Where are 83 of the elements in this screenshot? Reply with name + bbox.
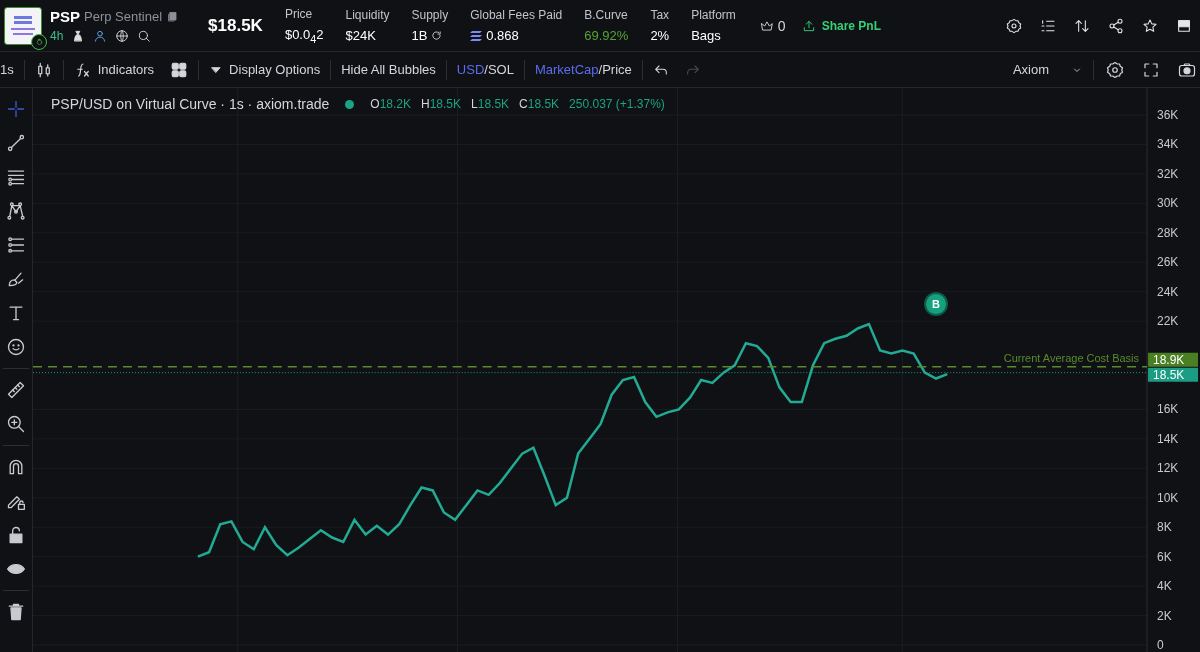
panel-icon[interactable] [1176, 17, 1192, 34]
list-icon[interactable] [1040, 17, 1056, 34]
axis-label: 4K [1157, 579, 1172, 594]
stat-label: Liquidity [345, 8, 390, 22]
chart-title: PSP/USD on Virtual Curve · 1s · axiom.trade [51, 96, 330, 112]
stat-label: Supply [411, 8, 449, 22]
globe-icon[interactable] [115, 29, 130, 43]
axis-label: 2K [1157, 608, 1172, 623]
axis-label: 16K [1157, 402, 1179, 417]
ruler-icon [6, 380, 26, 400]
camera-icon[interactable] [1178, 60, 1196, 79]
crown-count: 0 [777, 17, 786, 34]
stat-label: Tax [650, 8, 670, 22]
ohlc-value: H18.5K [421, 97, 462, 111]
sort-icon[interactable] [1074, 17, 1090, 34]
indicators-button[interactable]: Indicators [65, 56, 163, 83]
ohlc-value: L18.5K [471, 97, 510, 111]
axis-label: 34K [1157, 137, 1179, 152]
price-tag: 18.5K [1148, 367, 1198, 382]
separator: / [598, 62, 603, 77]
axis-label: 30K [1157, 196, 1179, 211]
ohlc-value: C18.5K [519, 97, 560, 111]
axis-label: 6K [1157, 549, 1172, 564]
search-icon[interactable] [137, 29, 152, 43]
stat-value: 0.868 [486, 28, 519, 43]
fullscreen-icon[interactable] [1142, 60, 1160, 79]
stat-value: 1B [411, 28, 428, 43]
price-change: 250.037 (+1.37%) [569, 97, 665, 111]
stat-value: 69.92% [584, 28, 629, 43]
axis-label: 28K [1157, 225, 1179, 240]
hide-bubbles-button[interactable]: Hide All Bubbles [333, 58, 444, 81]
axis-label: 32K [1157, 166, 1179, 181]
stat-value: $0.0$_{4}$2 [284, 26, 324, 45]
display-options-button[interactable]: Display Options [201, 58, 329, 81]
share-icon[interactable] [1108, 17, 1124, 34]
settings-icon[interactable] [1106, 60, 1124, 79]
settings-icon[interactable] [1006, 17, 1022, 34]
stat-value: $24K [345, 28, 376, 43]
token-name: Perp Sentinel [84, 9, 163, 24]
toggle-option[interactable]: Price [602, 60, 632, 79]
market-cap: $18.5K [208, 15, 263, 36]
axis-label: 12K [1157, 461, 1179, 476]
cost-basis-label: Current Average Cost Basis [1003, 351, 1140, 364]
interval-button[interactable]: 1s [0, 58, 22, 81]
trash-icon [6, 602, 26, 622]
smiley-icon [6, 337, 26, 357]
pattern-icon [6, 201, 26, 221]
upload-icon [801, 18, 816, 33]
toggle-option[interactable]: USD [456, 60, 485, 79]
star-icon[interactable] [1142, 17, 1158, 34]
axis-label: 10K [1157, 490, 1179, 505]
token-age: 4h [50, 29, 64, 43]
stat-label: B.Curve [584, 8, 629, 22]
stat-label: Price [284, 6, 314, 21]
zoom-in-icon [6, 414, 26, 434]
copy-icon[interactable] [166, 10, 179, 23]
ohlc-value: O18.2K [370, 97, 411, 111]
separator: / [484, 62, 488, 77]
axis-label: 22K [1157, 314, 1179, 329]
user-icon[interactable] [93, 29, 108, 43]
axis-label: 26K [1157, 255, 1179, 270]
stat-label: Platform [691, 8, 736, 22]
layout-dropdown[interactable]: Axiom [1004, 58, 1091, 81]
price-tag: 18.9K [1148, 352, 1198, 367]
axis-label: 36K [1157, 108, 1179, 122]
status-dot [345, 99, 355, 109]
axis-label: 8K [1157, 520, 1172, 535]
share-button[interactable]: Share PnL [799, 16, 883, 35]
axis-label: 0 [1157, 638, 1164, 652]
refresh-icon[interactable] [431, 30, 443, 41]
toggle-option[interactable]: MarketCap [534, 60, 599, 79]
crosshair-icon [6, 99, 26, 119]
token-symbol: PSP [50, 8, 80, 25]
grid-icon [170, 60, 189, 79]
axis-label: 24K [1157, 284, 1179, 299]
trend-line-icon [6, 133, 26, 153]
solana-icon [470, 30, 483, 41]
stat-value: Bags [691, 28, 721, 43]
stat-value: 2% [650, 28, 670, 43]
toggle-option[interactable]: SOL [487, 60, 514, 79]
projection-icon [6, 235, 26, 255]
stat-label: Global Fees Paid [470, 8, 563, 22]
axis-label: 14K [1157, 431, 1179, 446]
